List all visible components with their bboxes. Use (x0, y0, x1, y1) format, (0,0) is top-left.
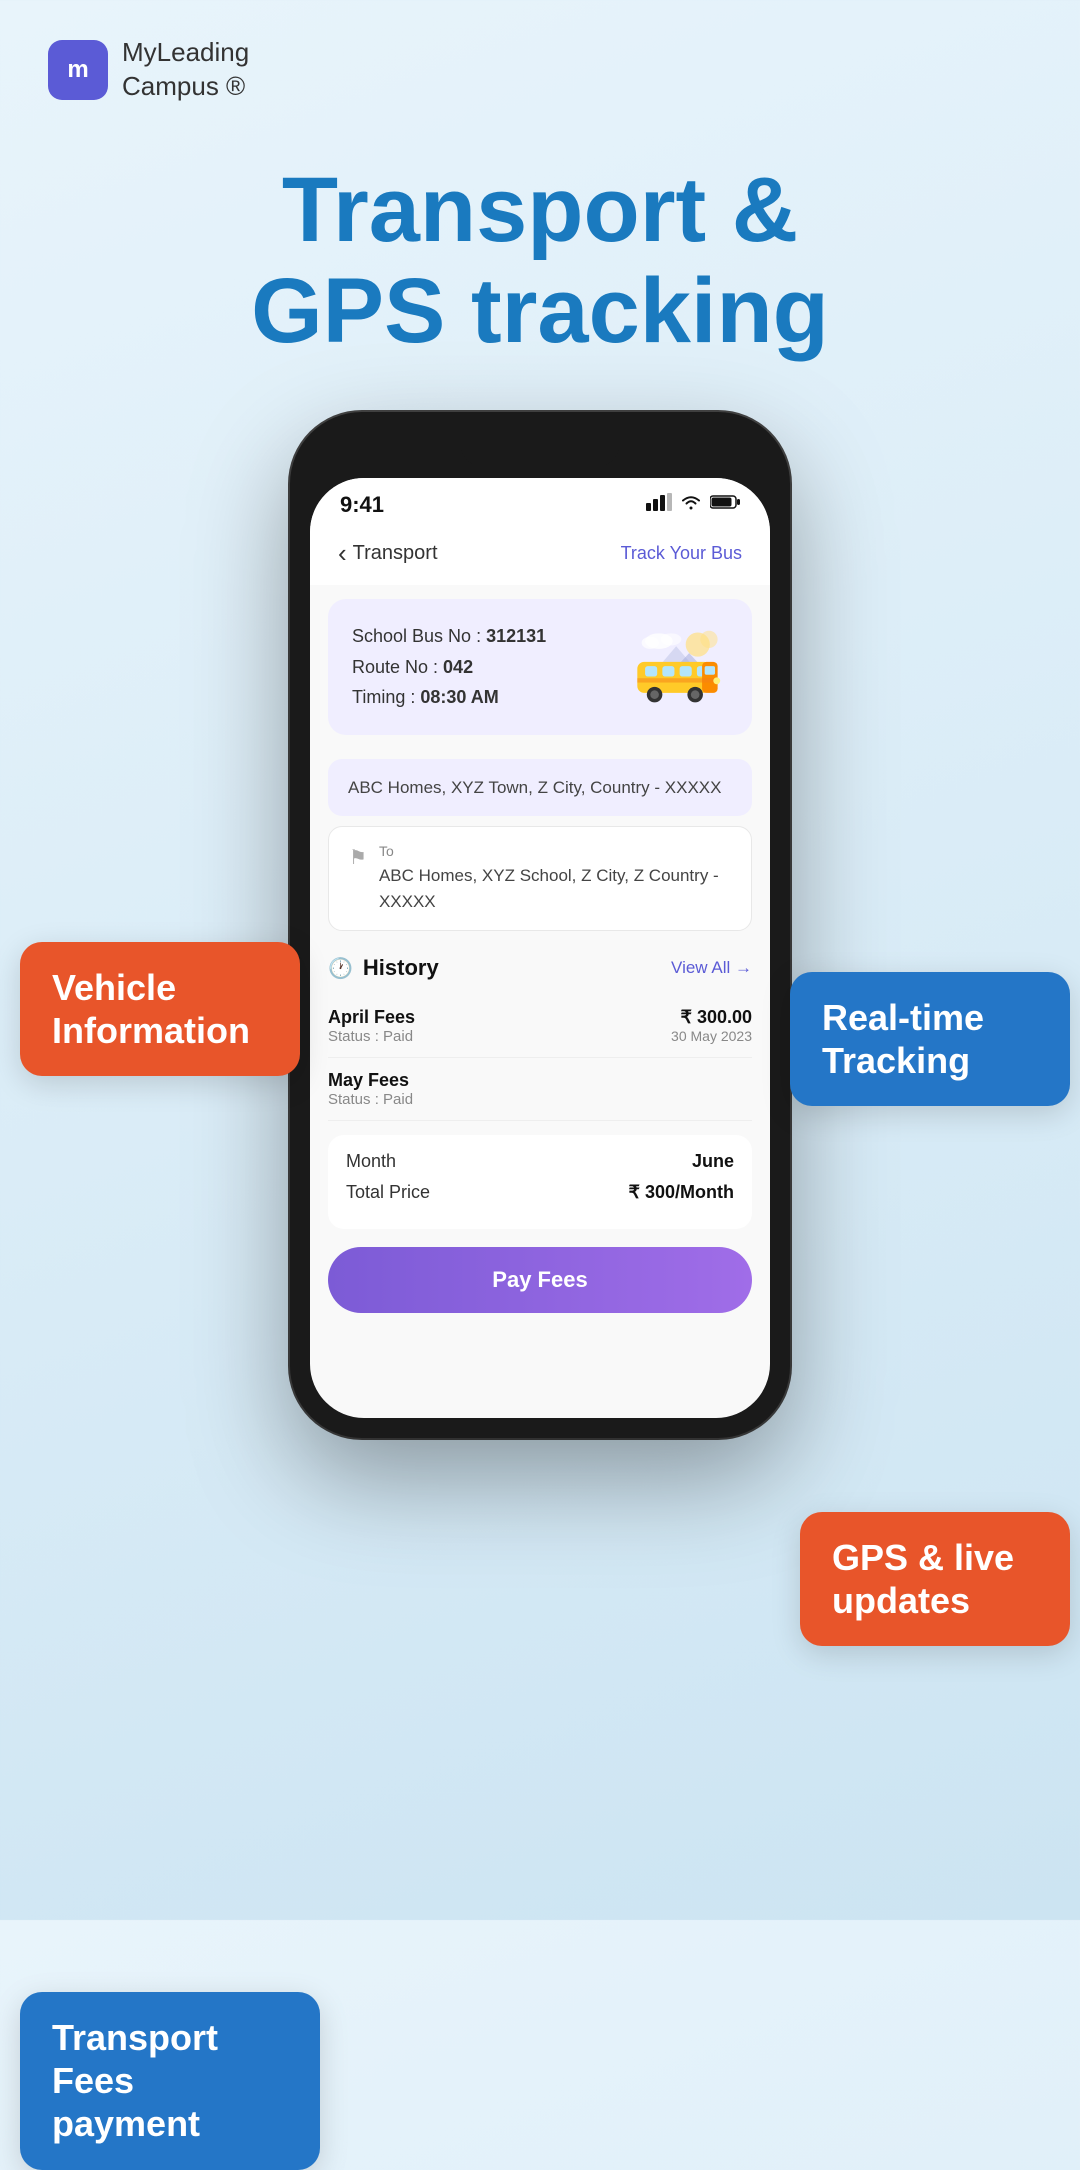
signal-icon (646, 493, 672, 516)
track-your-bus-button[interactable]: Track Your Bus (621, 543, 742, 564)
phone-notch (460, 432, 620, 468)
main-heading: Transport & GPS tracking (0, 140, 1080, 362)
history-section: 🕐 History View All → April Fees Status :… (310, 941, 770, 1121)
logo-text: MyLeading Campus ® (122, 36, 249, 104)
wifi-icon (680, 494, 702, 515)
total-price-label: Total Price (346, 1182, 430, 1203)
pay-fees-button[interactable]: Pay Fees (328, 1247, 752, 1313)
history-title: 🕐 History (328, 955, 439, 981)
back-button[interactable]: ‹ Transport (338, 538, 438, 569)
route-to-card: ⚑ To ABC Homes, XYZ School, Z City, Z Co… (328, 826, 752, 931)
route-section: ABC Homes, XYZ Town, Z City, Country - X… (310, 749, 770, 942)
route-from-card: ABC Homes, XYZ Town, Z City, Country - X… (328, 759, 752, 817)
history-item-april: April Fees Status : Paid ₹ 300.00 30 May… (328, 995, 752, 1058)
app-header-bar: m MyLeading Campus ® (0, 0, 1080, 140)
month-label: Month (346, 1151, 396, 1172)
status-icons (646, 493, 740, 516)
timing: Timing : 08:30 AM (352, 682, 546, 713)
history-item-may: May Fees Status : Paid (328, 1058, 752, 1121)
phone-mockup: 9:41 (260, 412, 820, 1438)
realtime-tracking-bubble: Real-time Tracking (790, 972, 1070, 1106)
logo-icon: m (48, 40, 108, 100)
status-bar: 9:41 (310, 478, 770, 526)
transport-fees-payment-bubble: Transport Fees payment (20, 1992, 320, 2170)
battery-icon (710, 494, 740, 515)
bus-illustration (633, 629, 728, 704)
route-number: Route No : 042 (352, 652, 546, 683)
flag-icon: ⚑ (349, 845, 367, 870)
total-price-value: ₹ 300/Month (629, 1182, 734, 1203)
gps-live-updates-bubble: GPS & live updates (800, 1512, 1070, 1646)
view-all-button[interactable]: View All → (671, 958, 752, 978)
bus-number: School Bus No : 312131 (352, 621, 546, 652)
bus-info-text: School Bus No : 312131 Route No : 042 Ti… (352, 621, 546, 713)
phone-screen: 9:41 (310, 478, 770, 1418)
payment-summary: Month June Total Price ₹ 300/Month (328, 1135, 752, 1229)
month-value: June (692, 1151, 734, 1172)
status-time: 9:41 (340, 492, 384, 518)
clock-icon: 🕐 (328, 956, 353, 981)
bus-info-card: School Bus No : 312131 Route No : 042 Ti… (328, 599, 752, 735)
transport-screen-header: ‹ Transport Track Your Bus (310, 526, 770, 585)
vehicle-information-bubble: Vehicle Information (20, 942, 300, 1076)
